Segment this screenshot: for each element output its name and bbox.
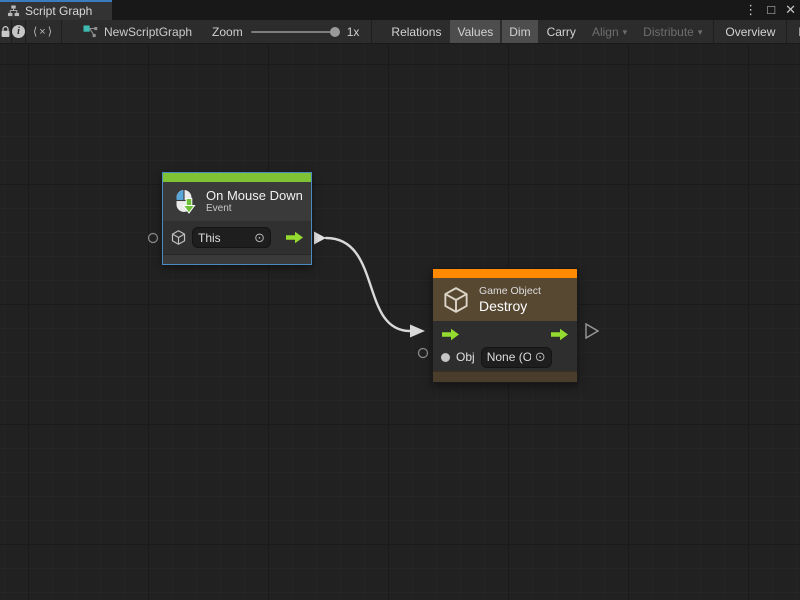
game-object-icon <box>170 229 187 246</box>
hierarchy-icon <box>7 5 20 17</box>
distribute-dropdown[interactable]: Distribute ▾ <box>636 20 709 44</box>
node-header-text: On Mouse Down Event <box>206 188 303 215</box>
fullscreen-button[interactable]: Full Screen <box>791 20 800 44</box>
zoom-label: Zoom <box>212 25 243 39</box>
node-title: Destroy <box>479 298 541 315</box>
node-title: On Mouse Down <box>206 188 303 203</box>
chevron-down-icon: ▾ <box>623 27 628 38</box>
overview-button[interactable]: Overview <box>718 20 782 44</box>
chevron-down-icon: ▾ <box>698 27 703 38</box>
node-header-text: Game Object Destroy <box>479 285 541 315</box>
carry-label: Carry <box>547 25 576 39</box>
toolbar-toggles: Relations Values Dim Carry Align ▾ Distr… <box>384 20 800 44</box>
window-close-icon[interactable]: ✕ <box>785 0 796 20</box>
code-toggle-icon: ⟨×⟩ <box>33 25 54 38</box>
graph-toolbar: i ⟨×⟩ NewScriptGraph Zoom 1x Relations V… <box>0 20 800 44</box>
node-on-mouse-down[interactable]: On Mouse Down Event This ⊙ <box>162 172 312 265</box>
obj-value: None (O <box>487 350 531 364</box>
object-picker-icon[interactable]: ⊙ <box>254 230 265 246</box>
lock-button[interactable] <box>0 20 11 44</box>
tab-script-graph[interactable]: Script Graph <box>0 0 112 20</box>
obj-value-field[interactable]: None (O ⊙ <box>481 347 552 368</box>
info-button[interactable]: i <box>12 20 25 44</box>
destroy-obj-input-port[interactable] <box>419 349 428 358</box>
tab-title: Script Graph <box>25 4 92 18</box>
tab-bar: Script Graph ⋮ □ ✕ <box>0 0 800 20</box>
dim-label: Dim <box>509 25 530 39</box>
game-object-icon <box>441 285 471 315</box>
code-preview-button[interactable]: ⟨×⟩ <box>26 20 61 44</box>
carry-toggle[interactable]: Carry <box>540 20 583 44</box>
node-category: Game Object <box>479 285 541 298</box>
event-target-input-port[interactable] <box>149 234 158 243</box>
graph-canvas[interactable]: On Mouse Down Event This ⊙ <box>0 44 800 600</box>
flow-connection-wire[interactable] <box>326 238 410 331</box>
target-value-field[interactable]: This ⊙ <box>192 227 271 248</box>
graph-name-breadcrumb[interactable]: NewScriptGraph <box>83 25 192 39</box>
window-maximize-icon[interactable]: □ <box>767 0 775 20</box>
zoom-slider[interactable] <box>251 31 339 33</box>
node-footer <box>163 254 311 264</box>
object-picker-icon[interactable]: ⊙ <box>535 349 546 365</box>
flow-in-arrow-icon[interactable] <box>441 328 460 341</box>
window-menu-icon[interactable]: ⋮ <box>744 0 757 20</box>
node-body: Obj None (O ⊙ <box>433 321 577 371</box>
node-header: Game Object Destroy <box>433 278 577 321</box>
zoom-value: 1x <box>347 25 360 39</box>
values-label: Values <box>457 25 493 39</box>
graph-name: NewScriptGraph <box>104 25 192 39</box>
target-value: This <box>198 231 250 245</box>
flow-port-row <box>433 323 577 345</box>
mouse-down-icon <box>171 188 198 215</box>
edge-layer <box>0 44 800 600</box>
toolbar-separator <box>61 20 62 44</box>
flow-connection-arrowhead <box>410 325 425 338</box>
event-accent-bar <box>163 173 311 182</box>
zoom-control: Zoom 1x <box>212 25 359 39</box>
overview-label: Overview <box>725 25 775 39</box>
align-label: Align <box>592 25 619 39</box>
node-header: On Mouse Down Event <box>163 182 311 221</box>
lock-icon <box>0 25 11 38</box>
obj-port-row: Obj None (O ⊙ <box>433 345 577 369</box>
obj-port-dot[interactable] <box>441 353 450 362</box>
flow-out-arrow-icon[interactable] <box>285 231 304 244</box>
destroy-exit-output-port[interactable] <box>586 324 598 338</box>
toolbar-separator <box>371 20 372 44</box>
toolbar-separator <box>786 20 787 44</box>
dim-toggle[interactable]: Dim <box>502 20 537 44</box>
destroy-accent-bar <box>433 269 577 278</box>
relations-label: Relations <box>391 25 441 39</box>
script-graph-icon <box>83 25 98 39</box>
align-dropdown[interactable]: Align ▾ <box>585 20 634 44</box>
window-controls: ⋮ □ ✕ <box>744 0 796 20</box>
obj-label: Obj <box>456 350 475 364</box>
event-trigger-output-port[interactable] <box>314 232 326 245</box>
zoom-slider-knob[interactable] <box>330 27 340 37</box>
values-toggle[interactable]: Values <box>450 20 500 44</box>
distribute-label: Distribute <box>643 25 694 39</box>
toolbar-separator <box>713 20 714 44</box>
node-footer <box>433 371 577 382</box>
flow-out-arrow-icon[interactable] <box>550 328 569 341</box>
node-subtitle: Event <box>206 203 303 215</box>
relations-toggle[interactable]: Relations <box>384 20 448 44</box>
info-icon: i <box>12 25 25 38</box>
node-port-row: This ⊙ <box>163 221 311 254</box>
node-destroy[interactable]: Game Object Destroy Obj None (O ⊙ <box>432 268 578 383</box>
